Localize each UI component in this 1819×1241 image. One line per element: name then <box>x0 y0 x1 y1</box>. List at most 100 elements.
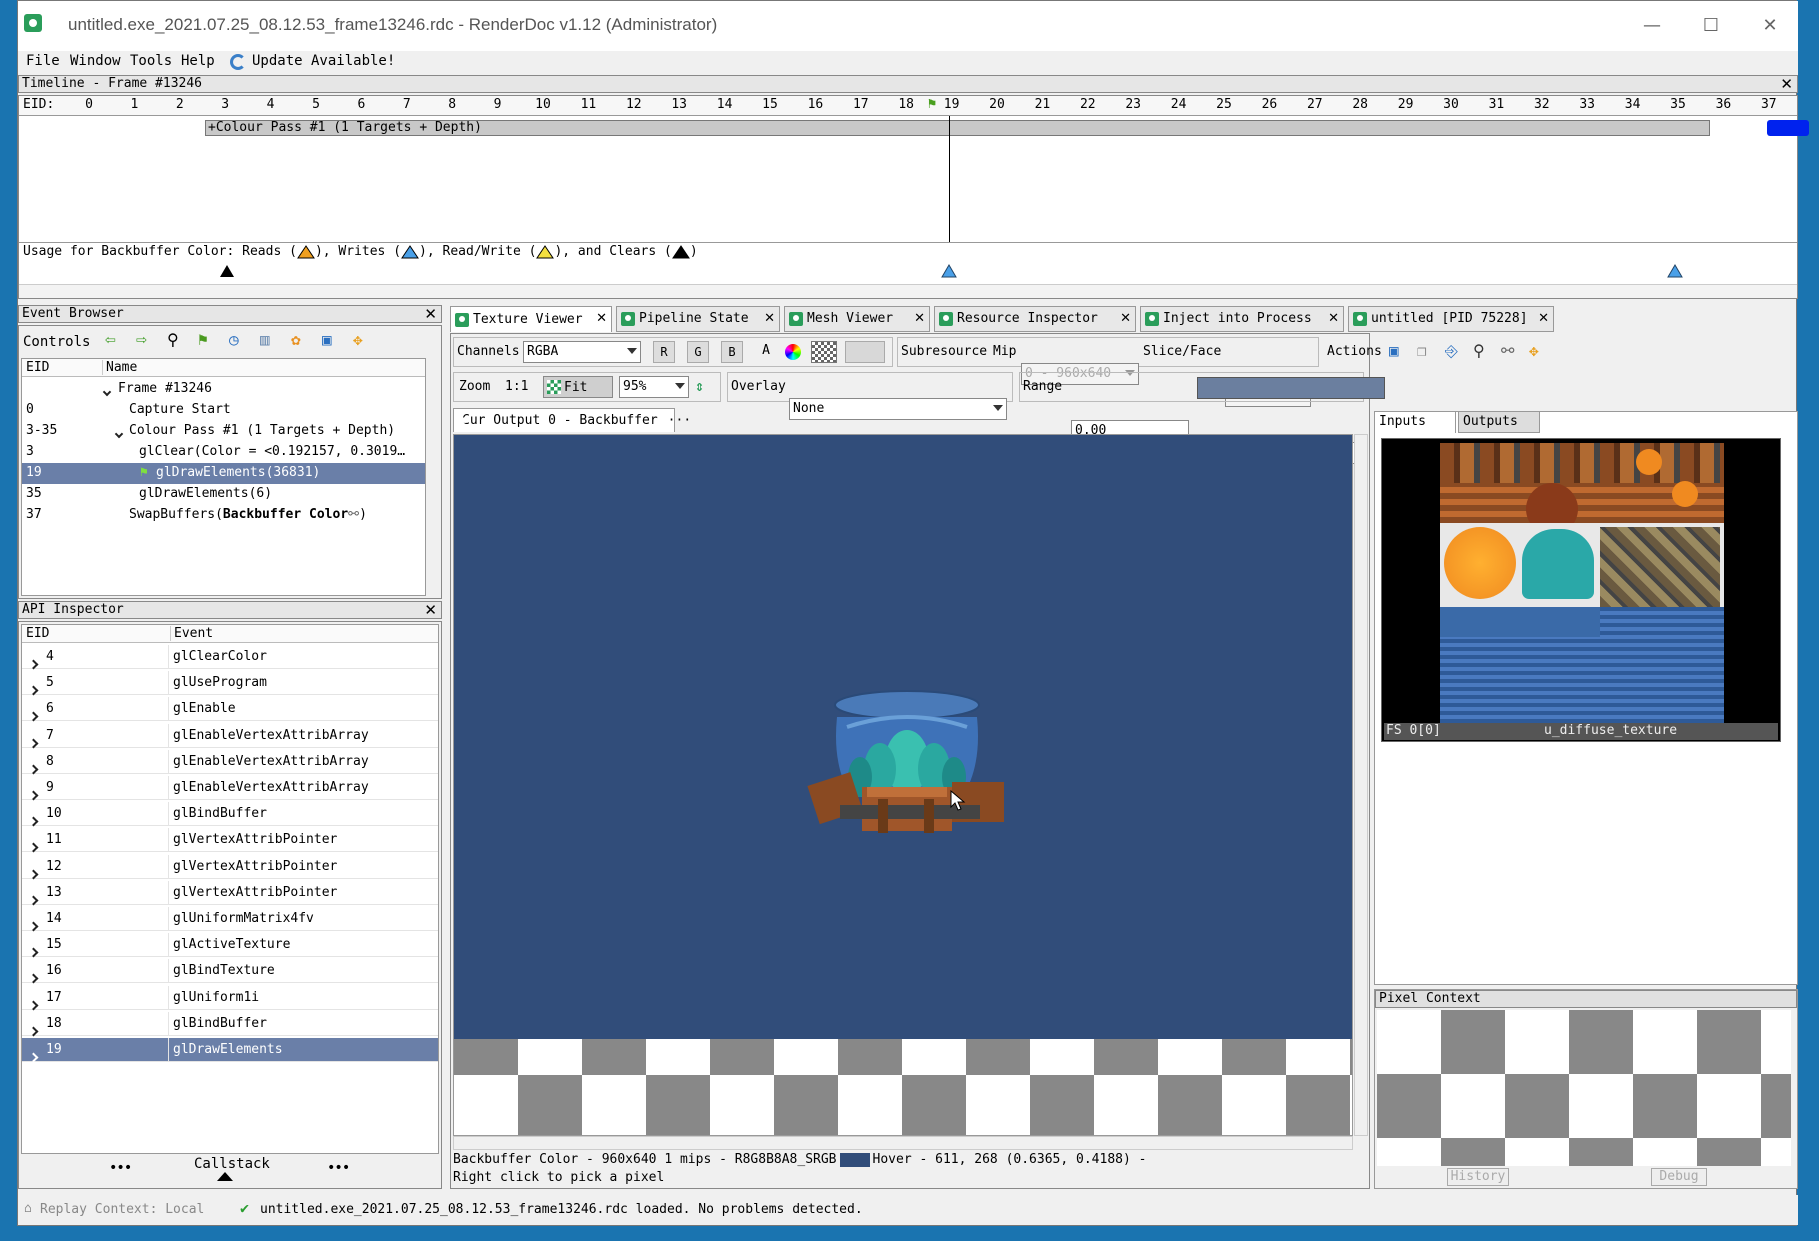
name-column-header[interactable]: Name <box>102 360 137 375</box>
tab-inject-into-process[interactable]: Inject into Process ✕ <box>1140 306 1344 332</box>
api-row[interactable]: 16 glBindTexture <box>22 959 438 984</box>
viewport-vscrollbar[interactable] <box>1354 434 1368 1136</box>
eid-column-header[interactable]: EID <box>26 360 49 375</box>
columns-icon[interactable]: ▥ <box>260 332 278 350</box>
close-icon[interactable]: ✕ <box>424 307 437 322</box>
zoom-1to1-button[interactable]: 1:1 <box>505 379 528 394</box>
event-row-swapbuffers[interactable]: 37 SwapBuffers(Backbuffer Color⚯) <box>22 505 425 526</box>
bookmark-flag-icon[interactable]: ⚑ <box>198 332 216 350</box>
api-row[interactable]: 12 glVertexAttribPointer <box>22 854 438 880</box>
api-row-selected[interactable]: 19 glDrawElements <box>22 1038 438 1063</box>
tab-pipeline-state[interactable]: Pipeline State ✕ <box>616 306 780 332</box>
api-row[interactable]: 9 glEnableVertexAttribArray <box>22 776 438 801</box>
close-tab-icon[interactable]: ✕ <box>1120 307 1131 331</box>
copy-icon[interactable]: ❐ <box>1417 341 1427 360</box>
api-row[interactable]: 14 glUniformMatrix4fv <box>22 907 438 932</box>
callstack-label[interactable]: Callstack <box>194 1156 270 1172</box>
update-available-link[interactable]: Update Available! <box>252 53 395 69</box>
event-tree[interactable]: EID Name Frame #13246 0 Capture Start 3-… <box>21 358 426 596</box>
event-row-colour-pass[interactable]: 3-35 Colour Pass #1 (1 Targets + Depth) <box>22 421 425 442</box>
menu-help[interactable]: Help <box>181 53 215 69</box>
close-tab-icon[interactable]: ✕ <box>764 307 775 331</box>
tab-untitled-pid-75228[interactable]: untitled [PID 75228] ✕ <box>1348 306 1554 332</box>
tab-texture-viewer[interactable]: Texture Viewer ✕ <box>450 306 612 332</box>
event-row-selected[interactable]: 19 ⚑ glDrawElements(36831) <box>22 463 425 484</box>
forward-arrow-icon[interactable]: ⇨ <box>136 331 154 350</box>
timeline-scrollbar[interactable] <box>19 284 1797 298</box>
timeline-panel[interactable]: EID: 0 1 2 3 4 5 6 7 8 9 10 11 12 13 14 15 16 17 18 19 ⚑ 20 21… <box>18 95 1809 299</box>
expand-chevron-icon[interactable] <box>102 387 112 397</box>
channel-a-toggle[interactable]: A <box>755 341 777 363</box>
event-row-capture-start[interactable]: 0 Capture Start <box>22 400 425 421</box>
backcolor-button[interactable] <box>845 341 885 363</box>
debug-button[interactable]: Debug <box>1651 1168 1707 1186</box>
outputs-tab[interactable]: Outputs <box>1458 411 1540 433</box>
goto-location-icon[interactable]: ⎆ <box>1445 341 1458 361</box>
history-button[interactable]: History <box>1447 1168 1509 1186</box>
color-picker-icon[interactable] <box>785 344 801 360</box>
checkerboard-toggle-icon[interactable] <box>811 341 837 363</box>
colour-pass-bar[interactable]: +Colour Pass #1 (1 Targets + Depth) <box>205 120 1710 136</box>
inputs-tab[interactable]: Inputs <box>1374 411 1456 433</box>
api-row[interactable]: 4 glClearColor <box>22 645 438 670</box>
event-row-drawelements-6[interactable]: 35 glDrawElements(6) <box>22 484 425 505</box>
api-row[interactable]: 7 glEnableVertexAttribArray <box>22 723 438 749</box>
close-tab-icon[interactable]: ✕ <box>1328 307 1339 331</box>
output-tab[interactable]: Cur Output 0 - Backbuffer ··· <box>453 408 691 432</box>
replay-context-label[interactable]: Replay Context: Local <box>40 1202 204 1217</box>
fit-toggle[interactable]: Fit <box>543 376 613 398</box>
texture-thumbnail[interactable]: FS 0[0] u_diffuse_texture <box>1381 438 1781 742</box>
extension-icon[interactable]: ✥ <box>353 332 371 350</box>
tab-mesh-viewer[interactable]: Mesh Viewer ✕ <box>784 306 930 332</box>
eid-column-header[interactable]: EID <box>26 626 49 641</box>
callstack-dots-right[interactable]: ••• <box>327 1160 350 1176</box>
close-tab-icon[interactable]: ✕ <box>914 307 925 331</box>
find-binoculars-icon[interactable]: ⚲ <box>1473 341 1485 360</box>
close-icon[interactable]: ✕ <box>1780 77 1793 92</box>
close-button[interactable]: ✕ <box>1745 9 1795 41</box>
channel-b-toggle[interactable]: B <box>721 341 743 363</box>
api-row[interactable]: 5 glUseProgram <box>22 671 438 696</box>
pixel-context-view[interactable] <box>1377 1010 1791 1166</box>
menu-tools[interactable]: Tools <box>130 53 172 69</box>
close-tab-icon[interactable]: ✕ <box>1538 307 1549 331</box>
channel-r-toggle[interactable]: R <box>653 341 675 363</box>
more-options-icon[interactable]: ··· <box>668 409 691 433</box>
range-histogram[interactable] <box>1197 377 1385 399</box>
api-row[interactable]: 15 glActiveTexture <box>22 933 438 958</box>
api-row[interactable]: 13 glVertexAttribPointer <box>22 880 438 906</box>
overlay-select[interactable]: None <box>789 398 1007 420</box>
close-tab-icon[interactable]: ✕ <box>596 307 607 331</box>
menu-file[interactable]: File <box>26 53 60 69</box>
api-row[interactable]: 10 glBindBuffer <box>22 802 438 827</box>
api-row[interactable]: 18 glBindBuffer <box>22 1011 438 1037</box>
timer-icon[interactable]: ◷ <box>229 332 247 350</box>
api-event-list[interactable]: EID Event 4 glClearColor 5 glUseProgram 6 glE… <box>21 624 439 1154</box>
api-row[interactable]: 6 glEnable <box>22 697 438 722</box>
api-row[interactable]: 8 glEnableVertexAttribArray <box>22 749 438 775</box>
find-binoculars-icon[interactable]: ⚲ <box>167 332 185 350</box>
menu-window[interactable]: Window <box>70 53 121 69</box>
save-icon[interactable]: ▣ <box>322 332 340 350</box>
save-icon[interactable]: ▣ <box>1389 341 1399 360</box>
minimize-button[interactable]: — <box>1627 9 1677 41</box>
close-icon[interactable]: ✕ <box>424 603 437 618</box>
callstack-expand-icon[interactable] <box>217 1172 233 1181</box>
zoom-select[interactable]: 95% <box>619 376 689 398</box>
event-row-glclear[interactable]: 3 glClear(Color = <0.192157, 0.3019… <box>22 442 425 463</box>
expand-chevron-icon[interactable] <box>114 429 124 439</box>
tab-resource-inspector[interactable]: Resource Inspector ✕ <box>934 306 1136 332</box>
api-row[interactable]: 11 glVertexAttribPointer <box>22 828 438 853</box>
event-column-header[interactable]: Event <box>170 626 213 641</box>
channels-select[interactable]: RGBA <box>523 341 641 363</box>
texture-viewport[interactable] <box>453 434 1353 1136</box>
expand-chevron-icon[interactable] <box>28 1046 39 1070</box>
extension-icon[interactable]: ✥ <box>1529 341 1539 360</box>
api-row[interactable]: 17 glUniform1i <box>22 985 438 1011</box>
channel-g-toggle[interactable]: G <box>687 341 709 363</box>
viewport-hscrollbar[interactable] <box>453 1136 1353 1150</box>
maximize-button[interactable]: ☐ <box>1686 9 1736 41</box>
link-icon[interactable]: ⚯ <box>1501 341 1514 360</box>
callstack-dots-left[interactable]: ••• <box>109 1160 132 1176</box>
flip-y-icon[interactable]: ⇕ <box>695 377 704 395</box>
